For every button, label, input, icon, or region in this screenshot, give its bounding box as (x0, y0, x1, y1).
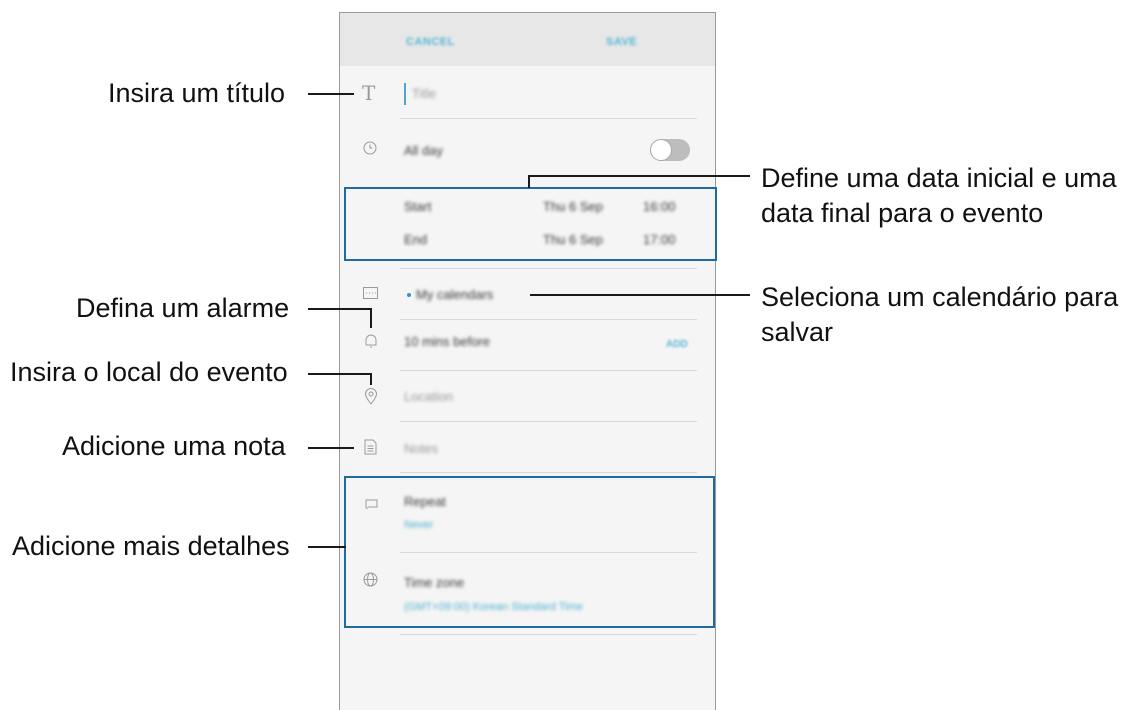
divider (400, 268, 697, 269)
callout-line (530, 294, 750, 296)
add-alarm-button[interactable]: ADD (666, 339, 688, 350)
callout-line (308, 546, 346, 548)
callout-line (308, 447, 354, 449)
alarm-value[interactable]: 10 mins before (404, 334, 490, 349)
notes-input[interactable]: Notes (404, 441, 438, 456)
callout-line (528, 176, 530, 188)
cancel-button[interactable]: CANCEL (406, 13, 455, 66)
note-icon (364, 439, 377, 460)
date-range-highlight (344, 187, 717, 261)
divider (400, 118, 697, 119)
divider (400, 634, 697, 635)
calendar-color-dot (407, 293, 411, 297)
location-input[interactable]: Location (404, 389, 453, 404)
callout-line (370, 373, 372, 385)
details-highlight (344, 476, 715, 628)
callout-line (308, 93, 354, 95)
callout-line (528, 175, 750, 177)
location-pin-icon (364, 388, 378, 410)
all-day-label: All day (404, 143, 444, 158)
divider (400, 421, 697, 422)
callout-line (308, 373, 372, 375)
calendar-icon (363, 286, 378, 304)
callout-alarm: Defina um alarme (76, 293, 290, 323)
title-input[interactable]: Title (412, 86, 436, 101)
callout-calendar-line2: salvar (761, 317, 834, 347)
callout-details: Adicione mais detalhes (12, 531, 290, 561)
calendar-selector[interactable]: My calendars (416, 287, 493, 302)
save-button[interactable]: SAVE (606, 13, 637, 66)
action-bar: CANCEL SAVE (340, 13, 715, 66)
all-day-toggle[interactable] (650, 139, 690, 161)
callout-title: Insira um título (108, 78, 286, 108)
callout-dates-line1: Define uma data inicial e uma (761, 163, 1117, 193)
callout-line (370, 308, 372, 328)
callout-note: Adicione uma nota (62, 431, 286, 461)
callout-line (308, 308, 372, 310)
divider (400, 319, 697, 320)
divider (400, 370, 697, 371)
callout-dates-line2: data final para o evento (761, 198, 1044, 228)
bell-icon (364, 333, 378, 354)
callout-calendar-line1: Seleciona um calendário para (761, 282, 1119, 312)
callout-location: Insira o local do evento (10, 357, 288, 387)
text-cursor (404, 83, 406, 105)
clock-icon (363, 141, 377, 160)
title-icon: T (362, 81, 376, 105)
divider (400, 472, 697, 473)
